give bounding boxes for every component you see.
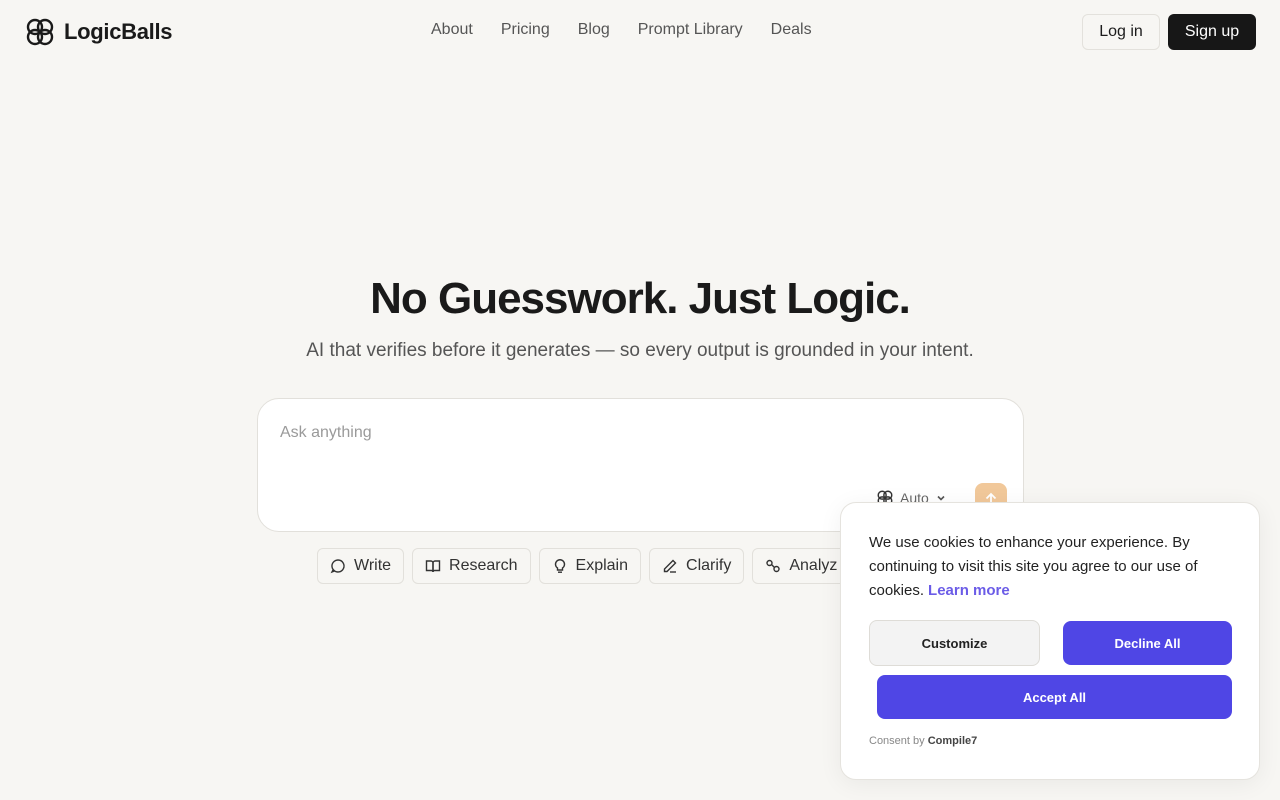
nav-prompt-library[interactable]: Prompt Library (638, 21, 743, 39)
consent-brand[interactable]: Compile7 (928, 735, 978, 747)
cookie-text: We use cookies to enhance your experienc… (869, 534, 1198, 599)
nav-deals[interactable]: Deals (771, 21, 812, 39)
chip-label: Analyz (789, 557, 838, 574)
prompt-input[interactable] (280, 421, 980, 445)
chip-label: Write (354, 557, 392, 574)
chip-label: Explain (575, 557, 629, 574)
chip-analyze[interactable]: Analyz (752, 548, 851, 584)
customize-button[interactable]: Customize (869, 620, 1040, 666)
chip-clarify[interactable]: Clarify (649, 548, 745, 584)
brand-name: LogicBalls (64, 19, 173, 44)
logicballs-logo-icon (26, 18, 54, 46)
learn-more-link[interactable]: Learn more (928, 582, 1010, 599)
site-header: LogicBalls About Pricing Blog Prompt Lib… (0, 0, 1280, 64)
consent-prefix: Consent by (869, 735, 925, 747)
analyze-icon (766, 559, 781, 573)
pencil-icon (663, 559, 677, 573)
main-nav: About Pricing Blog Prompt Library Deals (431, 21, 812, 39)
page: LogicBalls About Pricing Blog Prompt Lib… (0, 0, 1280, 800)
signup-button[interactable]: Sign up (1168, 14, 1256, 50)
cookie-message: We use cookies to enhance your experienc… (869, 531, 1209, 603)
chip-explain[interactable]: Explain (538, 548, 642, 584)
login-button[interactable]: Log in (1082, 14, 1160, 50)
consent-credit: Consent by Compile7 (869, 735, 977, 747)
accept-all-button[interactable]: Accept All (877, 675, 1232, 719)
cookie-consent-panel: We use cookies to enhance your experienc… (840, 502, 1260, 780)
chip-write[interactable]: Write (317, 548, 405, 584)
nav-blog[interactable]: Blog (578, 21, 610, 39)
hero-title: No Guesswork. Just Logic. (370, 274, 911, 323)
logo[interactable]: LogicBalls (24, 16, 173, 48)
book-icon (425, 560, 441, 573)
lightbulb-icon (554, 559, 565, 573)
nav-pricing[interactable]: Pricing (501, 21, 550, 39)
hero-subtitle: AI that verifies before it generates — s… (306, 340, 974, 361)
chip-label: Research (449, 557, 518, 574)
nav-about[interactable]: About (431, 21, 473, 39)
quick-action-chips: Write Research Explain Clarify Analyz (317, 548, 851, 584)
chip-research[interactable]: Research (412, 548, 531, 584)
chat-bubble-icon (330, 559, 345, 574)
decline-all-button[interactable]: Decline All (1063, 621, 1232, 665)
chip-label: Clarify (686, 557, 732, 574)
